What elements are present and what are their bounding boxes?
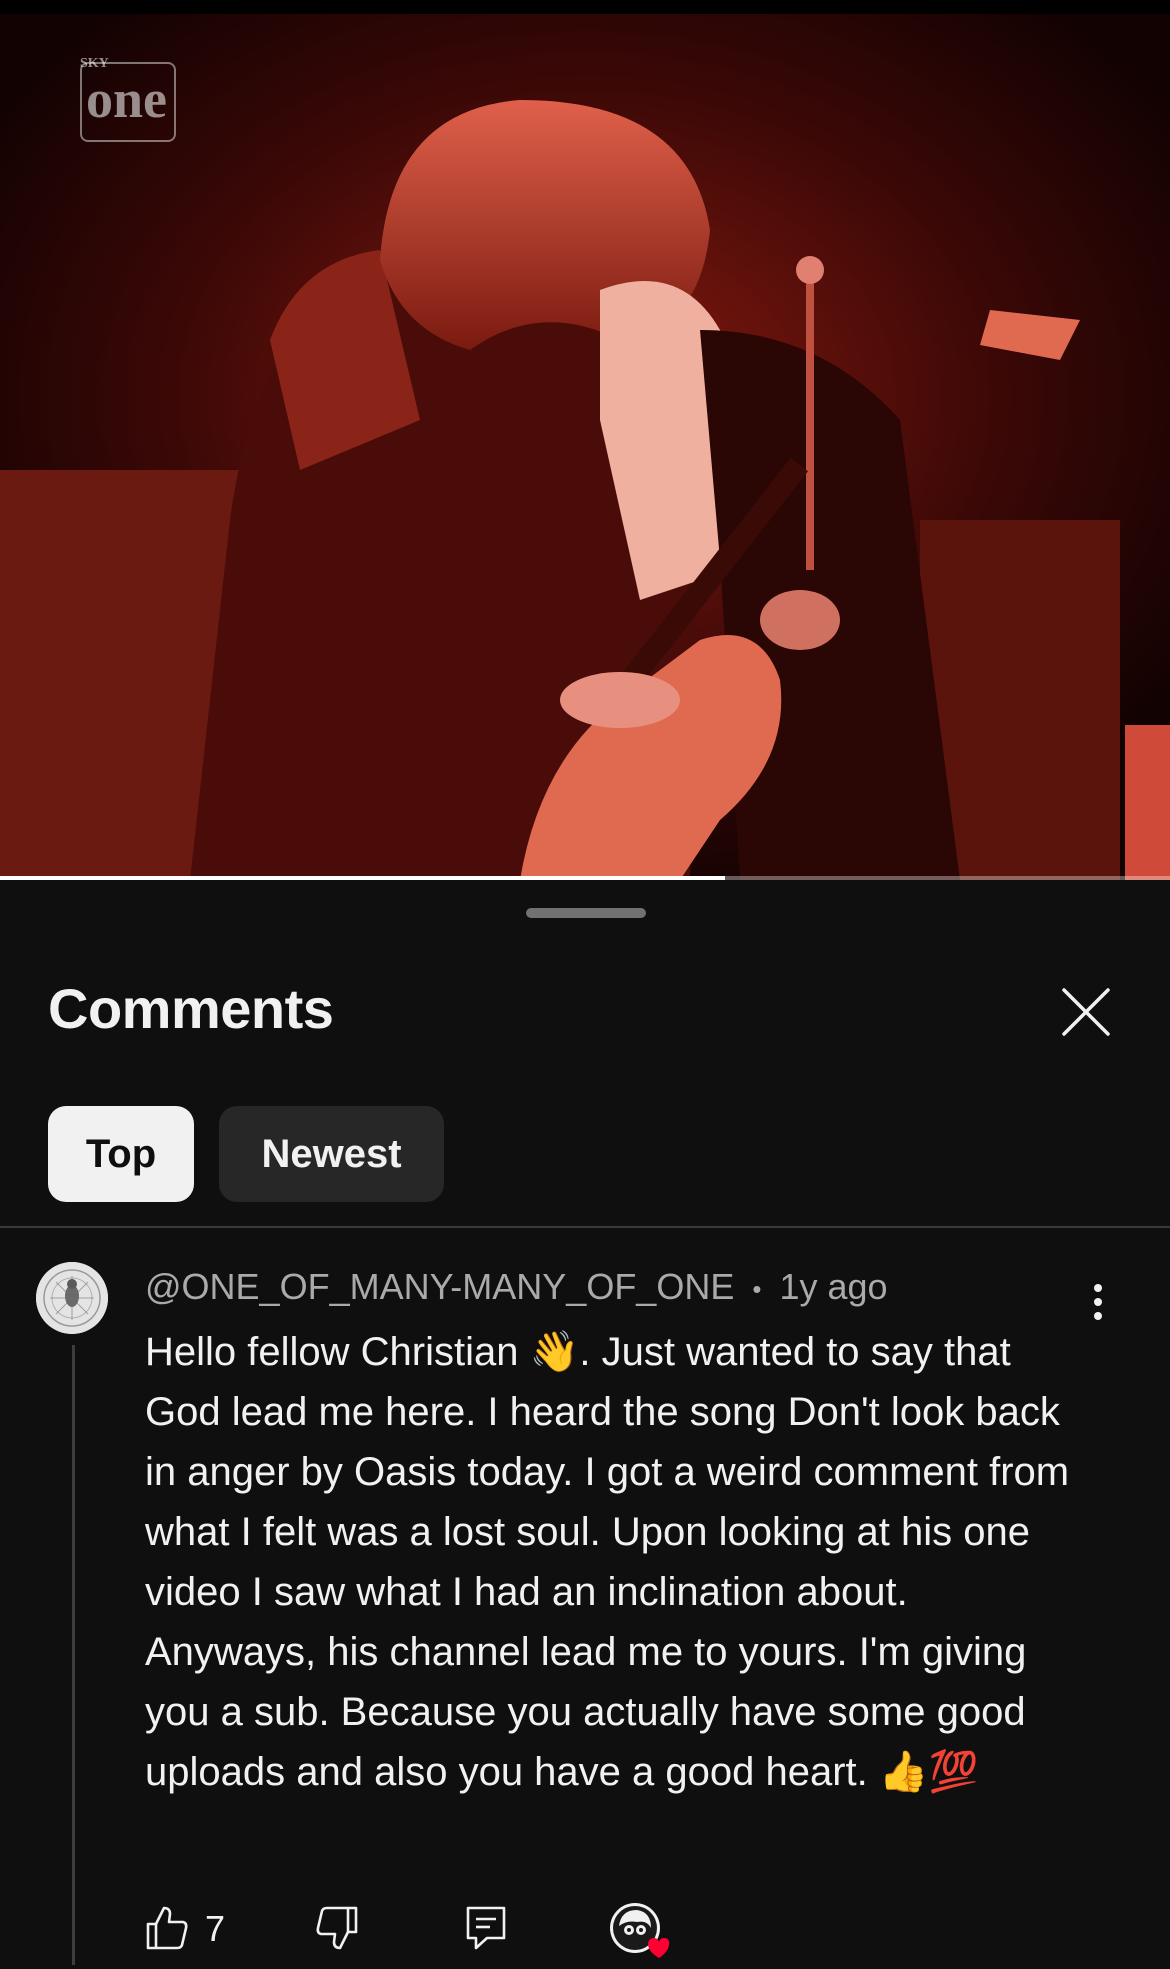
comment-text: Hello fellow Christian 👋. Just wanted to… <box>145 1330 1070 1794</box>
avatar[interactable] <box>36 1262 108 1334</box>
comment-author[interactable]: @ONE_OF_MANY-MANY_OF_ONE <box>145 1266 734 1307</box>
channel-logo: SKY one <box>80 56 176 142</box>
more-vertical-icon[interactable] <box>1082 1278 1114 1326</box>
thread-line <box>72 1345 75 1965</box>
comments-sheet: Comments Top Newest @ONE_OF_MANY-MANY_OF… <box>0 884 1170 1965</box>
comment-actions: 7 <box>145 1903 1145 1964</box>
progress-bar[interactable] <box>0 876 1170 880</box>
sort-tab-newest[interactable]: Newest <box>219 1106 444 1202</box>
meta-separator: • <box>752 1273 762 1304</box>
reply-button[interactable] <box>465 1904 507 1957</box>
sort-tab-top[interactable]: Top <box>48 1106 194 1202</box>
channel-logo-text: one <box>86 69 167 129</box>
dislike-button[interactable] <box>315 1904 359 1957</box>
comment-meta: @ONE_OF_MANY-MANY_OF_ONE • 1y ago <box>145 1266 888 1308</box>
like-count: 7 <box>205 1908 226 1949</box>
progress-bar-fill <box>0 876 726 880</box>
reply-icon <box>466 1906 506 1950</box>
comments-title: Comments <box>48 977 334 1040</box>
thumbs-down-icon <box>316 1906 358 1950</box>
divider <box>0 1226 1170 1228</box>
comment-age: 1y ago <box>779 1266 888 1307</box>
creator-heart <box>607 1900 671 1969</box>
creator-heart-icon <box>610 1903 670 1958</box>
thumbs-up-icon <box>146 1906 188 1950</box>
drag-handle[interactable] <box>526 908 646 918</box>
close-icon[interactable] <box>1058 984 1114 1040</box>
video-player[interactable]: SKY one <box>0 0 1170 880</box>
like-button[interactable] <box>145 1904 189 1957</box>
